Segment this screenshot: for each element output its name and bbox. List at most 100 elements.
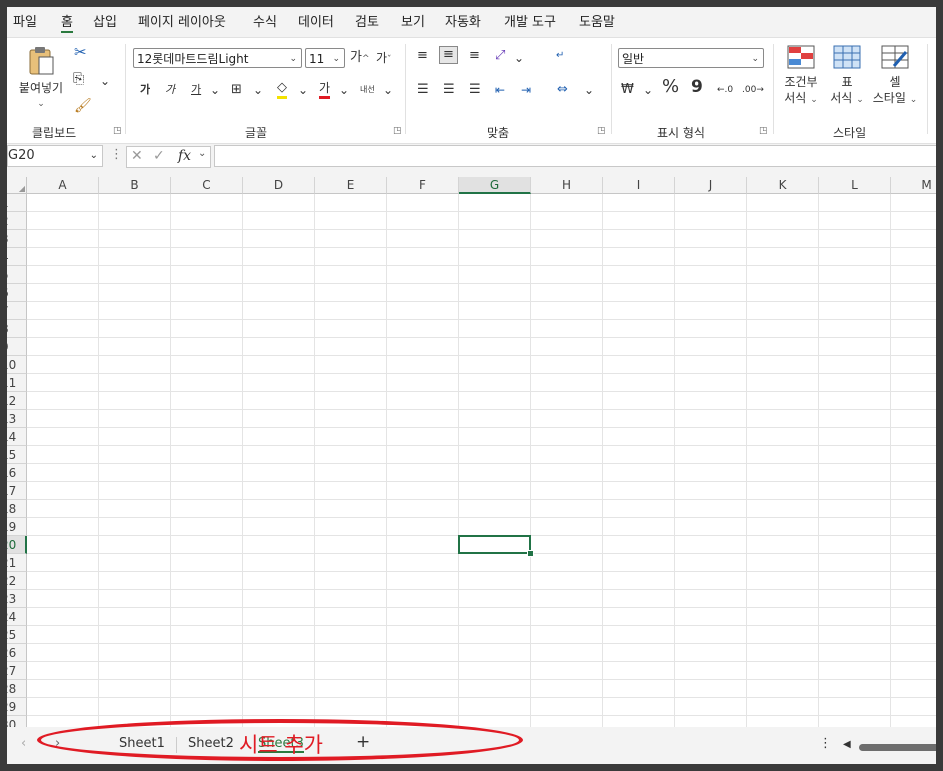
column-header[interactable]: J bbox=[675, 177, 747, 194]
menu-automate[interactable]: 자동화 bbox=[445, 11, 481, 30]
column-header[interactable]: D bbox=[243, 177, 315, 194]
fill-color-icon[interactable]: ◇ bbox=[277, 80, 287, 99]
row-header[interactable]: 11 bbox=[7, 374, 27, 392]
row-header[interactable]: 7 bbox=[7, 302, 27, 320]
row-header[interactable]: 10 bbox=[7, 356, 27, 374]
enter-icon[interactable]: ✓ bbox=[153, 148, 165, 164]
menu-page-layout[interactable]: 페이지 레이아웃 bbox=[138, 11, 226, 30]
decrease-indent-icon[interactable]: ⇤ bbox=[495, 82, 505, 98]
row-header[interactable]: 16 bbox=[7, 464, 27, 482]
shrink-font-button[interactable]: 가ˇ bbox=[376, 50, 392, 68]
increase-indent-icon[interactable]: ⇥ bbox=[521, 82, 531, 98]
font-color-dropdown-icon[interactable]: ⌄ bbox=[339, 82, 349, 98]
column-header[interactable]: K bbox=[747, 177, 819, 194]
row-header[interactable]: 17 bbox=[7, 482, 27, 500]
format-as-table-button[interactable]: 표 서식 ⌄ bbox=[825, 44, 869, 108]
accounting-dropdown-icon[interactable]: ⌄ bbox=[643, 82, 653, 98]
fill-dropdown-icon[interactable]: ⌄ bbox=[298, 82, 308, 98]
percent-button[interactable]: % bbox=[662, 78, 679, 96]
merge-center-icon[interactable]: ⇔ bbox=[557, 82, 568, 98]
row-header[interactable]: 19 bbox=[7, 518, 27, 536]
border-dropdown-icon[interactable]: ⌄ bbox=[253, 82, 263, 98]
align-center-icon[interactable]: ☰ bbox=[443, 82, 455, 98]
scroll-left-icon[interactable]: ◀ bbox=[843, 739, 851, 750]
row-header[interactable]: 9 bbox=[7, 338, 27, 356]
row-header[interactable]: 27 bbox=[7, 662, 27, 680]
row-header[interactable]: 14 bbox=[7, 428, 27, 446]
cut-icon[interactable]: ✂ bbox=[74, 44, 87, 60]
row-header[interactable]: 6 bbox=[7, 284, 27, 302]
row-header[interactable]: 28 bbox=[7, 680, 27, 698]
format-painter-icon[interactable]: 🖌 bbox=[74, 98, 92, 114]
column-header[interactable]: F bbox=[387, 177, 459, 194]
row-header[interactable]: 23 bbox=[7, 590, 27, 608]
column-header[interactable]: I bbox=[603, 177, 675, 194]
more-icon[interactable]: ⋮ bbox=[110, 147, 123, 162]
column-header[interactable]: C bbox=[171, 177, 243, 194]
row-header[interactable]: 24 bbox=[7, 608, 27, 626]
row-header[interactable]: 26 bbox=[7, 644, 27, 662]
copy-dropdown-icon[interactable]: ⌄ bbox=[100, 73, 110, 89]
phonetic-button[interactable]: 내선 bbox=[360, 82, 375, 98]
underline-dropdown-icon[interactable]: ⌄ bbox=[210, 82, 220, 98]
cancel-icon[interactable]: ✕ bbox=[131, 148, 143, 164]
column-header[interactable]: B bbox=[99, 177, 171, 194]
row-header[interactable]: 18 bbox=[7, 500, 27, 518]
font-name-select[interactable]: 12롯데마트드림Light ⌄ bbox=[133, 48, 302, 68]
border-icon[interactable]: ⊞ bbox=[231, 82, 242, 98]
menu-home[interactable]: 홈 bbox=[61, 11, 73, 33]
row-header[interactable]: 15 bbox=[7, 446, 27, 464]
selected-cell[interactable] bbox=[458, 535, 531, 554]
align-bottom-icon[interactable]: ≡ bbox=[469, 48, 480, 64]
fill-handle[interactable] bbox=[527, 550, 534, 557]
comma-style-button[interactable]: 9 bbox=[691, 79, 703, 96]
underline-button[interactable]: 가 bbox=[191, 82, 201, 98]
row-header[interactable]: 1 bbox=[7, 194, 27, 212]
row-header[interactable]: 29 bbox=[7, 698, 27, 716]
column-header[interactable]: G bbox=[459, 177, 531, 194]
bold-button[interactable]: 가 bbox=[140, 82, 150, 98]
font-size-select[interactable]: 11 ⌄ bbox=[305, 48, 345, 68]
grow-font-button[interactable]: 가^ bbox=[350, 50, 370, 67]
clipboard-launcher-icon[interactable]: ◳ bbox=[113, 126, 122, 136]
column-header[interactable]: A bbox=[27, 177, 99, 194]
row-header[interactable]: 12 bbox=[7, 392, 27, 410]
select-all-corner[interactable]: ◢ bbox=[7, 177, 27, 194]
row-header[interactable]: 13 bbox=[7, 410, 27, 428]
column-header[interactable]: E bbox=[315, 177, 387, 194]
merge-dropdown-icon[interactable]: ⌄ bbox=[584, 82, 594, 98]
number-format-select[interactable]: 일반 ⌄ bbox=[618, 48, 764, 68]
horizontal-scrollbar[interactable] bbox=[859, 744, 936, 751]
menu-formulas[interactable]: 수식 bbox=[253, 11, 277, 30]
row-header[interactable]: 8 bbox=[7, 320, 27, 338]
column-header[interactable]: L bbox=[819, 177, 891, 194]
column-header[interactable]: H bbox=[531, 177, 603, 194]
row-header[interactable]: 21 bbox=[7, 554, 27, 572]
more-options-icon[interactable]: ⋮ bbox=[819, 736, 832, 751]
align-right-icon[interactable]: ☰ bbox=[469, 82, 481, 98]
align-top-icon[interactable]: ≡ bbox=[417, 48, 428, 64]
align-middle-icon[interactable]: ≡ bbox=[439, 46, 458, 64]
menu-data[interactable]: 데이터 bbox=[298, 11, 334, 30]
prev-sheet-icon[interactable]: ‹ bbox=[21, 736, 26, 751]
font-color-button[interactable]: 가 bbox=[319, 80, 331, 99]
insert-function-button[interactable]: fx bbox=[178, 148, 191, 164]
align-left-icon[interactable]: ☰ bbox=[417, 82, 429, 98]
menu-help[interactable]: 도움말 bbox=[579, 11, 615, 30]
formula-input[interactable] bbox=[214, 145, 936, 167]
font-launcher-icon[interactable]: ◳ bbox=[393, 126, 402, 136]
column-header[interactable]: M bbox=[891, 177, 936, 194]
cell-styles-button[interactable]: 셀 스타일 ⌄ bbox=[869, 44, 921, 108]
row-header[interactable]: 30 bbox=[7, 716, 27, 727]
number-launcher-icon[interactable]: ◳ bbox=[759, 126, 768, 136]
italic-button[interactable]: 가 bbox=[165, 82, 175, 98]
copy-icon[interactable]: ⎘ bbox=[73, 71, 84, 87]
menu-insert[interactable]: 삽입 bbox=[93, 11, 117, 30]
worksheet-grid[interactable]: ◢ ABCDEFGHIJKLM1234567891011121314151617… bbox=[7, 177, 936, 727]
row-header[interactable]: 2 bbox=[7, 212, 27, 230]
row-header[interactable]: 20 bbox=[7, 536, 27, 554]
row-header[interactable]: 25 bbox=[7, 626, 27, 644]
orientation-icon[interactable]: ⤢ bbox=[495, 48, 505, 64]
decrease-decimal-icon[interactable]: .00→ bbox=[742, 82, 764, 98]
accounting-format-icon[interactable]: ₩ bbox=[621, 82, 634, 98]
